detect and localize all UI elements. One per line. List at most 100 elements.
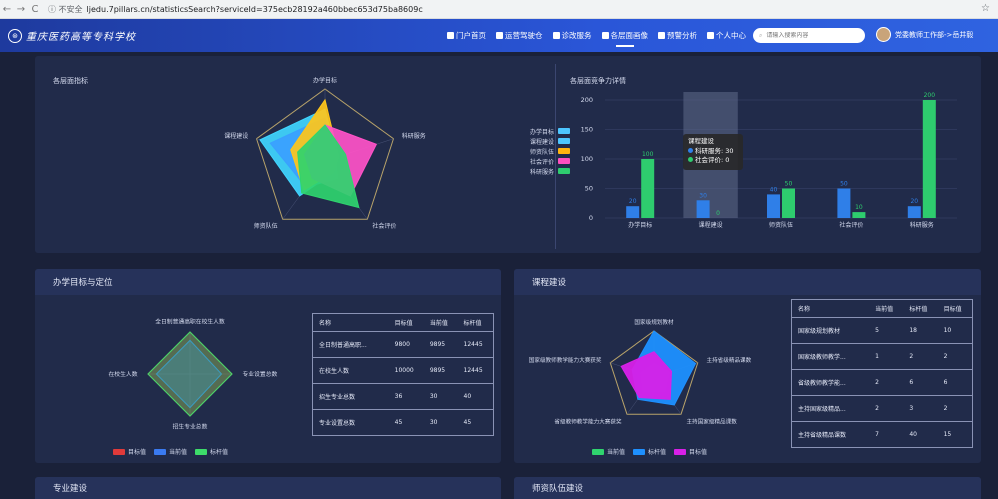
column-header: 目标值 — [937, 299, 973, 318]
x-tick-label: 课程建设 — [699, 221, 723, 229]
legend-item[interactable]: 目标值 — [113, 447, 146, 456]
legend-item[interactable]: 当前值 — [154, 447, 187, 456]
portrait-icon — [601, 32, 609, 39]
avatar[interactable] — [876, 27, 891, 42]
course-radar-chart: 国家级规划教材主持省级精品课数主持国家级精品课数 省级教师教学能力大赛获奖 国家级教… — [529, 318, 752, 426]
table-header: 名称 当前值 标杆值 目标值 — [791, 299, 973, 318]
search-input[interactable] — [766, 32, 847, 39]
table-row[interactable]: 主持国家级精品... 2 3 2 — [791, 395, 973, 422]
browser-toolbar: ← → C ⓘ 不安全 ljedu.7pillars.cn/statistics… — [0, 0, 998, 19]
bar-社会评价[interactable] — [922, 100, 936, 218]
table-row[interactable]: 招生专业总数 36 30 40 — [312, 383, 494, 410]
reload-button[interactable]: C — [28, 4, 42, 15]
school-goal-panel: 办学目标与定位 全日制普通高职在校生人数 专业设置总数 招生专业总数 在校生人数 目标… — [35, 269, 501, 463]
panel-title: 师资队伍建设 — [514, 477, 981, 499]
faculty-building-panel: 师资队伍建设 — [514, 477, 981, 499]
main-nav: 门户首页 运营驾驶仓 诊改服务 各层面画像 预警分析 个人中心 — [447, 19, 746, 52]
goal-legend: 目标值 当前值 标杆值 — [113, 447, 228, 456]
radar-axis-label: 省级教师教学能力大赛获奖 — [554, 418, 622, 426]
radar-axis-label: 全日制普通高职在校生人数 — [155, 318, 225, 326]
bar-value-label: 200 — [924, 92, 936, 99]
legend-item[interactable]: 目标值 — [674, 447, 707, 456]
table-row[interactable]: 省级教师教学能... 2 6 6 — [791, 369, 973, 396]
radar-axis-label: 社会评价 — [372, 222, 396, 230]
y-tick-label: 150 — [581, 126, 593, 134]
column-header: 当前值 — [869, 299, 904, 318]
legend-item[interactable]: 标杆值 — [633, 447, 666, 456]
tooltip-line: 科研服务: 30 — [688, 147, 738, 157]
nav-diagnosis-service[interactable]: 诊改服务 — [552, 19, 592, 52]
bar-社会评价[interactable] — [641, 159, 655, 218]
search-box[interactable]: ⌕ — [753, 28, 865, 43]
x-tick-label: 科研服务 — [910, 221, 934, 229]
panel-divider — [555, 64, 556, 249]
dashboard-icon — [496, 32, 503, 39]
user-name: 党委教师工作部->岳井毅 — [895, 30, 974, 39]
bar-科研服务[interactable] — [837, 188, 851, 219]
address-bar[interactable]: ljedu.7pillars.cn/statisticsSearch?servi… — [87, 5, 423, 14]
bar-科研服务[interactable] — [696, 200, 710, 218]
app-header: ⊛ 重庆医药高等专科学校 门户首页 运营驾驶仓 诊改服务 各层面画像 预警分析 … — [0, 19, 998, 52]
table-row[interactable]: 全日制普通高职... 9800 9895 12445 — [312, 331, 494, 358]
bar-title: 各层面竞争力详情 — [570, 77, 626, 85]
legend-item[interactable]: 当前值 — [592, 447, 625, 456]
bar-社会评价[interactable] — [782, 188, 795, 219]
school-name: 重庆医药高等专科学校 — [26, 32, 136, 43]
x-tick-label: 社会评价 — [839, 221, 863, 229]
y-tick-label: 0 — [589, 214, 593, 222]
bar-value-label: 40 — [770, 186, 778, 193]
bar-value-label: 50 — [840, 181, 848, 188]
level-overview-panel: 各层面指标 办学目标 科研服务 社会评价 师资队伍 课程建设 办学目标 课程建设 师资队… — [35, 56, 981, 253]
course-building-panel: 课程建设 国家级规划教材 主持省级精品课数 主持国家级精品课数 省级教师教学能力大赛获… — [514, 269, 981, 463]
panel-title: 专业建设 — [35, 477, 501, 499]
nav-personal-center[interactable]: 个人中心 — [707, 19, 746, 52]
bar-科研服务[interactable] — [767, 194, 780, 218]
forward-button[interactable]: → — [14, 4, 28, 15]
nav-label: 诊改服务 — [561, 31, 592, 40]
service-icon — [552, 32, 560, 39]
column-header: 名称 — [312, 313, 389, 332]
legend-label: 科研服务 — [529, 168, 554, 176]
bar-社会评价[interactable] — [852, 212, 866, 218]
bar-value-label: 10 — [855, 204, 863, 211]
radar-axis-label: 科研服务 — [402, 132, 426, 140]
table-row[interactable]: 主持省级精品课数 7 40 15 — [792, 422, 973, 448]
security-indicator[interactable]: ⓘ 不安全 — [48, 4, 83, 15]
user-icon — [707, 32, 714, 39]
nav-portal-home[interactable]: 门户首页 — [447, 19, 486, 52]
table-row[interactable]: 专业设置总数 45 30 45 — [313, 410, 494, 436]
radar-series-标杆值[interactable] — [147, 331, 233, 417]
radar-axis-label: 课程建设 — [224, 132, 248, 140]
bar-科研服务[interactable] — [907, 206, 921, 218]
table-row[interactable]: 国家级教师教学... 1 2 2 — [791, 343, 973, 370]
nav-level-portrait[interactable]: 各层面画像 — [601, 19, 648, 52]
bookmark-star-icon[interactable]: ☆ — [981, 3, 990, 14]
bar-科研服务[interactable] — [626, 206, 640, 218]
level-radar-chart: 办学目标科研服务社会评价 师资队伍 课程建设 — [224, 76, 426, 230]
radar-axis-label: 招生专业总数 — [173, 423, 208, 431]
user-menu[interactable]: 党委教师工作部->岳井毅 — [876, 27, 973, 42]
bar-value-label: 20 — [910, 198, 918, 205]
table-row[interactable]: 国家级规划教材 5 18 10 — [791, 317, 973, 344]
school-logo[interactable]: ⊛ 重庆医药高等专科学校 — [8, 28, 136, 43]
table-row[interactable]: 在校生人数 10000 9895 12445 — [312, 357, 494, 384]
back-button[interactable]: ← — [0, 4, 14, 15]
x-tick-label: 办学目标 — [628, 221, 652, 229]
x-tick-label: 师资队伍 — [769, 221, 793, 229]
nav-label: 个人中心 — [716, 31, 746, 40]
radar-axis-label: 主持国家级精品课数 — [686, 418, 737, 426]
panel-title: 办学目标与定位 — [35, 269, 501, 295]
radar-axis-label: 师资队伍 — [254, 222, 278, 230]
legend-label: 课程建设 — [529, 138, 554, 146]
column-header: 目标值 — [388, 313, 424, 332]
bar-value-label: 50 — [785, 181, 793, 188]
nav-operation-cockpit[interactable]: 运营驾驶仓 — [496, 19, 543, 52]
major-building-panel: 专业建设 — [35, 477, 501, 499]
legend-label: 社会评价 — [529, 158, 554, 166]
course-table: 名称 当前值 标杆值 目标值 国家级规划教材 5 18 10 国家级教师教学... 1 2 2 省… — [791, 299, 973, 448]
nav-warning-analysis[interactable]: 预警分析 — [658, 19, 697, 52]
goal-radar-chart: 全日制普通高职在校生人数专业设置总数招生专业总数 在校生人数 — [109, 318, 278, 431]
legend-item[interactable]: 标杆值 — [195, 447, 228, 456]
column-header: 标杆值 — [457, 313, 494, 332]
bar-tooltip: 课程建设 科研服务: 30 社会评价: 0 — [683, 134, 743, 170]
